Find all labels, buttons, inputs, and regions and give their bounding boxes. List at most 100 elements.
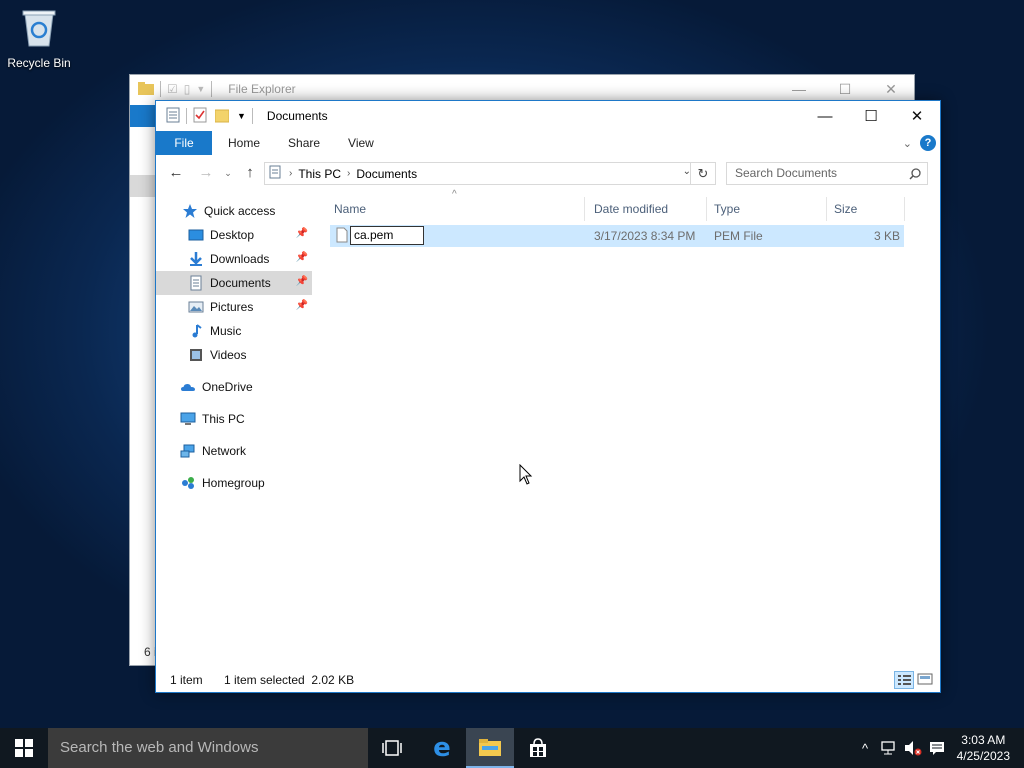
chevron-down-icon: ▼	[237, 111, 246, 121]
table-row[interactable]: ca.pem 3/17/2023 8:34 PM PEM File 3 KB	[330, 225, 904, 247]
clock-time: 3:03 AM	[961, 733, 1006, 747]
store-icon	[530, 738, 546, 757]
folder-icon	[138, 81, 154, 98]
recent-locations-button[interactable]: ⌄	[220, 161, 236, 185]
customize-quick-access-button[interactable]: ▼	[237, 111, 246, 121]
divider	[211, 81, 213, 97]
tab-home[interactable]: Home	[214, 131, 274, 155]
volume-tray-button[interactable]	[902, 728, 924, 768]
breadcrumb-documents[interactable]: Documents	[356, 167, 417, 181]
start-button[interactable]	[0, 728, 48, 768]
search-input[interactable]: Search Documents	[726, 162, 928, 185]
sidebar-item-onedrive[interactable]: OneDrive	[156, 375, 312, 399]
tab-share[interactable]: Share	[274, 131, 334, 155]
back-button[interactable]: ←	[166, 161, 186, 185]
close-button[interactable]: ✕	[868, 75, 914, 103]
chevron-right-icon: ›	[347, 168, 351, 179]
file-date-modified: 3/17/2023 8:34 PM	[594, 229, 696, 243]
documents-explorer-window[interactable]: ▼ Documents — ☐ ✕ File Home Share View ⌄…	[155, 100, 941, 693]
close-button[interactable]: ✕	[894, 101, 940, 131]
homegroup-icon	[180, 475, 196, 491]
column-header-size[interactable]: Size	[826, 197, 904, 221]
file-size: 3 KB	[873, 229, 900, 243]
column-divider[interactable]	[584, 197, 585, 221]
documents-icon	[188, 275, 204, 291]
pin-icon[interactable]: 📌	[296, 228, 308, 239]
taskbar-edge-button[interactable]: e	[418, 728, 466, 768]
sidebar-item-pictures[interactable]: Pictures 📌	[156, 295, 312, 319]
recycle-bin-desktop-icon[interactable]: Recycle Bin	[4, 6, 74, 76]
sidebar-item-music[interactable]: Music	[156, 319, 312, 343]
music-icon	[188, 323, 204, 339]
task-view-button[interactable]	[368, 728, 416, 768]
column-header-type[interactable]: Type	[706, 197, 826, 221]
file-list: ^ Name Date modified Type Size ca.pem 3/…	[326, 189, 940, 668]
column-header-name[interactable]: Name	[326, 197, 584, 221]
pin-icon[interactable]: 📌	[296, 276, 308, 287]
sidebar-item-this-pc[interactable]: This PC	[156, 407, 312, 431]
background-window-controls: — ☐ ✕	[776, 75, 914, 103]
large-icons-view-icon	[917, 673, 933, 685]
cloud-icon	[180, 379, 196, 395]
sidebar-item-desktop[interactable]: Desktop 📌	[156, 223, 312, 247]
rename-input[interactable]: ca.pem	[350, 226, 424, 245]
recycle-bin-icon	[19, 6, 59, 48]
sidebar-item-label: This PC	[202, 412, 245, 426]
sidebar-item-homegroup[interactable]: Homegroup	[156, 471, 312, 495]
search-placeholder: Search Documents	[735, 166, 838, 180]
computer-icon	[180, 411, 196, 427]
arrow-left-icon: ←	[168, 164, 184, 181]
sidebar-item-quick-access[interactable]: Quick access	[156, 199, 312, 223]
refresh-button[interactable]: ↻	[690, 162, 716, 185]
taskbar-file-explorer-button[interactable]	[466, 728, 514, 768]
chevron-down-icon: ▼	[196, 84, 206, 94]
large-icons-view-button[interactable]	[916, 671, 936, 689]
new-folder-quick-access-button[interactable]	[214, 107, 230, 126]
details-view-icon	[898, 675, 911, 685]
window-controls: — ☐ ✕	[802, 101, 940, 131]
help-button[interactable]: ?	[920, 135, 936, 151]
chevron-right-icon: ›	[289, 168, 293, 179]
column-header-date[interactable]: Date modified	[586, 197, 706, 221]
chevron-down-icon: ⌄	[224, 168, 232, 178]
status-item-count: 1 item	[170, 673, 203, 687]
properties-icon	[193, 107, 207, 122]
tab-view[interactable]: View	[334, 131, 388, 155]
column-divider[interactable]	[904, 197, 905, 221]
sidebar-item-network[interactable]: Network	[156, 439, 312, 463]
maximize-button[interactable]: ☐	[848, 101, 894, 131]
sidebar-item-label: Network	[202, 444, 247, 458]
breadcrumb-this-pc[interactable]: This PC	[298, 167, 341, 181]
up-button[interactable]: ↑	[240, 161, 260, 185]
maximize-button[interactable]: ☐	[822, 75, 868, 103]
sidebar-item-label: Downloads	[210, 252, 270, 266]
volume-muted-icon	[905, 741, 922, 756]
network-tray-icon	[881, 741, 895, 755]
tab-file[interactable]: File	[156, 131, 212, 155]
taskbar-clock[interactable]: 3:03 AM 4/25/2023	[957, 732, 1010, 764]
sidebar-item-label: Documents	[210, 276, 271, 290]
status-selection: 1 item selected 2.02 KB	[224, 673, 355, 687]
sidebar-item-videos[interactable]: Videos	[156, 343, 312, 367]
sidebar-item-label: Desktop	[210, 228, 255, 242]
expand-ribbon-button[interactable]: ⌄	[903, 137, 912, 150]
details-view-button[interactable]	[894, 671, 914, 689]
background-window-title: File Explorer	[228, 82, 296, 96]
pin-icon[interactable]: 📌	[296, 252, 308, 263]
address-bar[interactable]: › This PC › Documents ⌄	[264, 162, 716, 185]
file-icon	[336, 227, 348, 249]
show-hidden-icons-button[interactable]: ^	[856, 728, 874, 768]
minimize-button[interactable]: —	[802, 101, 848, 131]
action-center-icon	[930, 742, 944, 755]
minimize-button[interactable]: —	[776, 75, 822, 103]
taskbar-store-button[interactable]	[514, 728, 562, 768]
sidebar-item-label: Music	[210, 324, 242, 338]
forward-button[interactable]: →	[196, 161, 216, 185]
pin-icon[interactable]: 📌	[296, 300, 308, 311]
action-center-button[interactable]	[926, 728, 948, 768]
taskbar-search-input[interactable]: Search the web and Windows	[48, 728, 368, 768]
network-tray-button[interactable]	[878, 728, 898, 768]
sidebar-item-downloads[interactable]: Downloads 📌	[156, 247, 312, 271]
properties-quick-access-button[interactable]	[193, 107, 207, 126]
sidebar-item-documents[interactable]: Documents 📌	[156, 271, 312, 295]
